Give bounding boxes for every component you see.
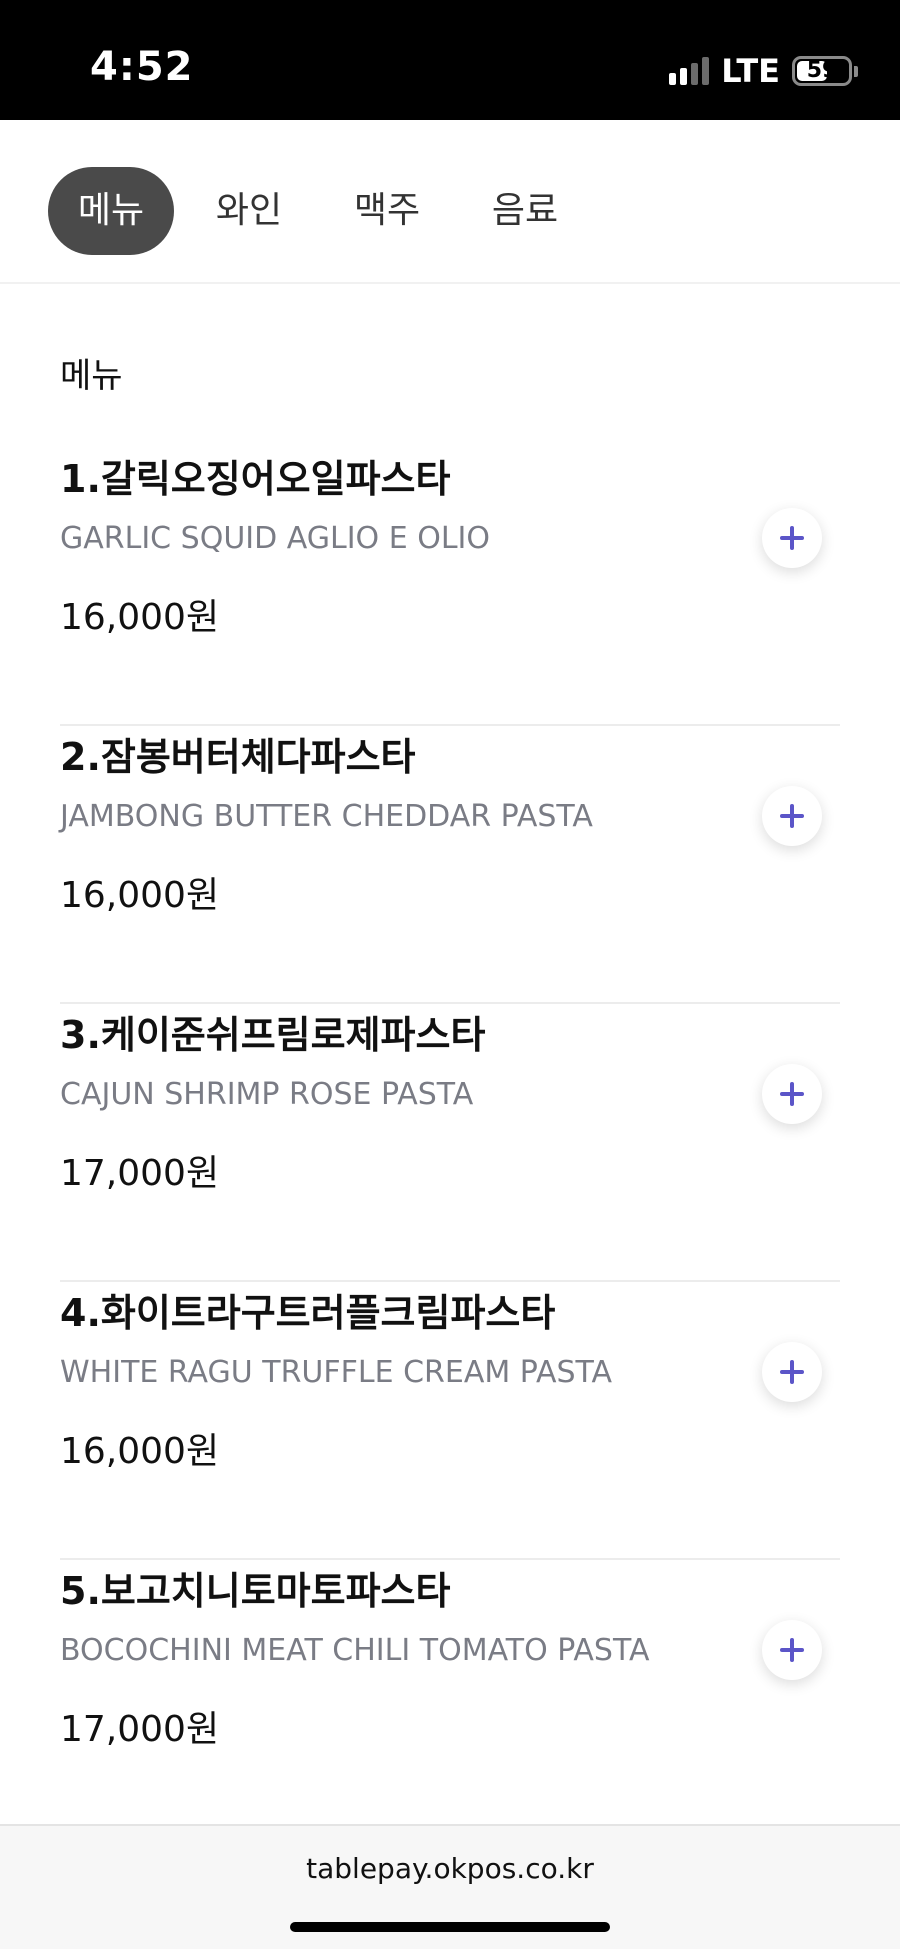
add-button[interactable] — [762, 786, 822, 846]
add-button[interactable] — [762, 1064, 822, 1124]
item-price: 17,000원 — [60, 1709, 220, 1750]
item-price: 16,000원 — [60, 1431, 220, 1472]
add-button[interactable] — [762, 508, 822, 568]
category-tabs: 메뉴 와인 맥주 음료 — [0, 120, 900, 284]
url-label[interactable]: tablepay.okpos.co.kr — [0, 1852, 900, 1885]
tab-wine[interactable]: 와인 — [194, 167, 304, 255]
signal-bar — [691, 63, 699, 85]
status-bar: 4:52 LTE 59 — [0, 0, 900, 120]
plus-icon — [780, 526, 804, 550]
battery-icon: 59 — [792, 56, 858, 86]
network-label: LTE — [721, 52, 780, 90]
signal-icon — [669, 57, 710, 85]
browser-bottom-bar: tablepay.okpos.co.kr — [0, 1824, 900, 1949]
plus-icon — [780, 1082, 804, 1106]
battery-percent: 59 — [806, 58, 838, 83]
plus-icon — [780, 1360, 804, 1384]
item-name: 4.화이트라구트러플크림파스타 — [60, 1291, 556, 1335]
add-button[interactable] — [762, 1342, 822, 1402]
signal-bar — [702, 57, 710, 85]
item-price: 16,000원 — [60, 597, 220, 638]
signal-bar — [680, 68, 688, 85]
item-name: 2.잠봉버터체다파스타 — [60, 735, 416, 779]
item-english-name: CAJUN SHRIMP ROSE PASTA — [60, 1077, 474, 1112]
status-indicators: LTE 59 — [669, 52, 858, 90]
tab-menu[interactable]: 메뉴 — [48, 167, 174, 255]
tab-drinks[interactable]: 음료 — [470, 167, 580, 255]
plus-icon — [780, 1638, 804, 1662]
menu-item[interactable]: 4.화이트라구트러플크림파스타 WHITE RAGU TRUFFLE CREAM… — [60, 1282, 840, 1560]
plus-icon — [780, 804, 804, 828]
status-time: 4:52 — [90, 44, 194, 90]
item-name: 3.케이준쉬프림로제파스타 — [60, 1013, 486, 1057]
item-english-name: BOCOCHINI MEAT CHILI TOMATO PASTA — [60, 1633, 650, 1668]
menu-item[interactable]: 3.케이준쉬프림로제파스타 CAJUN SHRIMP ROSE PASTA 17… — [60, 1004, 840, 1282]
item-price: 17,000원 — [60, 1153, 220, 1194]
item-price: 16,000원 — [60, 875, 220, 916]
tab-beer[interactable]: 맥주 — [332, 167, 442, 255]
item-english-name: JAMBONG BUTTER CHEDDAR PASTA — [60, 799, 593, 834]
item-english-name: GARLIC SQUID AGLIO E OLIO — [60, 521, 490, 556]
item-english-name: WHITE RAGU TRUFFLE CREAM PASTA — [60, 1355, 613, 1390]
signal-bar — [669, 73, 677, 85]
item-name: 1.갈릭오징어오일파스타 — [60, 457, 451, 501]
add-button[interactable] — [762, 1620, 822, 1680]
menu-item[interactable]: 5.보고치니토마토파스타 BOCOCHINI MEAT CHILI TOMATO… — [60, 1560, 840, 1838]
menu-item[interactable]: 2.잠봉버터체다파스타 JAMBONG BUTTER CHEDDAR PASTA… — [60, 726, 840, 1004]
section-title: 메뉴 — [60, 356, 123, 396]
home-indicator[interactable] — [290, 1922, 610, 1932]
menu-item[interactable]: 1.갈릭오징어오일파스타 GARLIC SQUID AGLIO E OLIO 1… — [60, 448, 840, 726]
item-name: 5.보고치니토마토파스타 — [60, 1569, 451, 1613]
